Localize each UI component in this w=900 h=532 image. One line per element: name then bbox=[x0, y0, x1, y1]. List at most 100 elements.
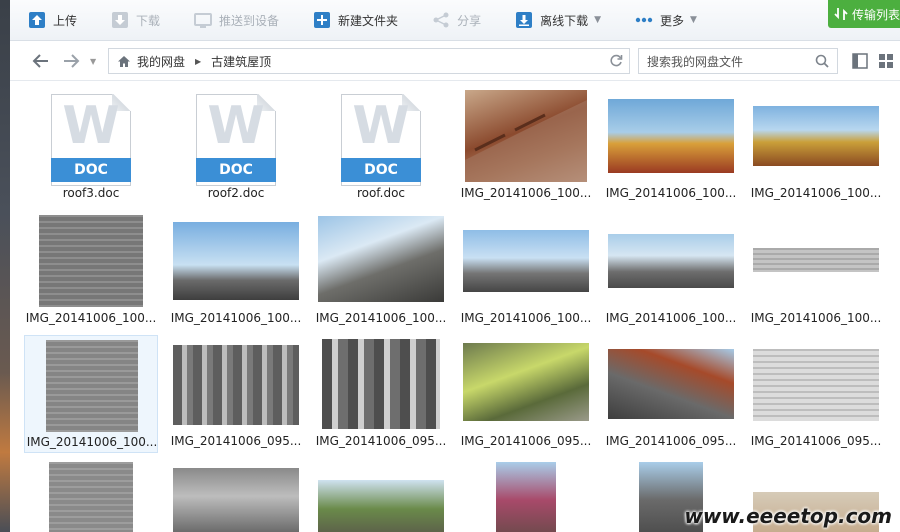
file-item[interactable]: IMG_20141006_100... bbox=[314, 208, 448, 330]
push-device-icon bbox=[194, 11, 213, 29]
offline-download-icon bbox=[515, 11, 533, 29]
file-item[interactable]: IMG_20141006_100... bbox=[24, 208, 158, 330]
file-item[interactable] bbox=[459, 458, 593, 532]
new-folder-button[interactable]: 新建文件夹 bbox=[313, 0, 398, 41]
forward-icon[interactable] bbox=[62, 51, 80, 71]
file-item-selected[interactable]: IMG_20141006_100... bbox=[24, 335, 158, 453]
image-thumbnail bbox=[463, 343, 589, 421]
doc-type-tag: DOC bbox=[341, 158, 421, 182]
site-watermark: www.eeeetop.com bbox=[684, 504, 892, 528]
image-thumbnail bbox=[173, 468, 299, 532]
image-thumbnail bbox=[318, 480, 444, 532]
file-item[interactable] bbox=[24, 458, 158, 532]
desktop-background-strip bbox=[0, 0, 10, 532]
image-thumbnail bbox=[318, 216, 444, 302]
more-label: 更多 bbox=[660, 13, 685, 28]
file-item[interactable]: IMG_20141006_100... bbox=[604, 82, 738, 204]
share-button[interactable]: 分享 bbox=[432, 0, 481, 41]
new-folder-label: 新建文件夹 bbox=[338, 13, 399, 28]
file-grid: W DOC roof3.doc W DOC roof2.doc W DOC ro… bbox=[10, 82, 900, 532]
more-button[interactable]: 更多 ▼ bbox=[635, 0, 697, 41]
file-name: IMG_20141006_095... bbox=[605, 434, 737, 448]
file-item[interactable]: IMG_20141006_095... bbox=[604, 335, 738, 453]
file-item[interactable] bbox=[169, 458, 303, 532]
push-device-label: 推送到设备 bbox=[219, 13, 280, 28]
image-thumbnail bbox=[608, 349, 734, 419]
history-dropdown-icon[interactable]: ▼ bbox=[90, 57, 96, 66]
doc-type-tag: DOC bbox=[196, 158, 276, 182]
new-folder-icon bbox=[313, 11, 331, 29]
upload-label: 上传 bbox=[53, 13, 78, 28]
image-thumbnail bbox=[465, 90, 587, 182]
transfer-icon bbox=[834, 8, 848, 20]
file-item[interactable]: IMG_20141006_100... bbox=[604, 208, 738, 330]
file-item[interactable]: IMG_20141006_100... bbox=[459, 208, 593, 330]
file-item[interactable]: IMG_20141006_100... bbox=[459, 82, 593, 204]
file-item[interactable]: IMG_20141006_095... bbox=[169, 335, 303, 453]
upload-button[interactable]: 上传 bbox=[28, 0, 77, 41]
list-view-icon[interactable] bbox=[852, 53, 868, 69]
search-input[interactable]: 搜索我的网盘文件 bbox=[638, 48, 838, 74]
share-icon bbox=[432, 11, 450, 29]
refresh-icon[interactable] bbox=[609, 54, 623, 68]
download-button[interactable]: 下载 bbox=[111, 0, 160, 41]
file-name: IMG_20141006_100... bbox=[315, 311, 447, 325]
file-item[interactable]: W DOC roof2.doc bbox=[169, 82, 303, 204]
file-item[interactable]: IMG_20141006_095... bbox=[314, 335, 448, 453]
file-name: roof.doc bbox=[356, 186, 406, 200]
offline-download-button[interactable]: 离线下载 ▼ bbox=[515, 0, 601, 41]
breadcrumb-current[interactable]: 古建筑屋顶 bbox=[211, 53, 271, 70]
image-thumbnail bbox=[753, 349, 879, 421]
file-item[interactable]: IMG_20141006_095... bbox=[459, 335, 593, 453]
file-item[interactable]: IMG_20141006_100... bbox=[749, 82, 883, 204]
file-item[interactable]: IMG_20141006_095... bbox=[749, 335, 883, 453]
file-item[interactable]: IMG_20141006_100... bbox=[749, 208, 883, 330]
image-thumbnail bbox=[463, 230, 589, 292]
breadcrumb-separator-icon[interactable]: ▶ bbox=[195, 57, 201, 66]
file-name: roof2.doc bbox=[207, 186, 265, 200]
file-name: IMG_20141006_100... bbox=[750, 311, 882, 325]
image-thumbnail bbox=[173, 222, 299, 300]
image-thumbnail bbox=[322, 339, 440, 429]
file-name: IMG_20141006_100... bbox=[170, 311, 302, 325]
more-icon bbox=[635, 11, 653, 29]
home-icon[interactable] bbox=[117, 55, 131, 68]
file-item[interactable]: W DOC roof.doc bbox=[314, 82, 448, 204]
image-thumbnail bbox=[46, 340, 138, 432]
chevron-down-icon: ▼ bbox=[594, 15, 602, 25]
file-item[interactable] bbox=[314, 458, 448, 532]
search-placeholder: 搜索我的网盘文件 bbox=[647, 54, 744, 69]
breadcrumb-root[interactable]: 我的网盘 bbox=[137, 53, 185, 70]
offline-download-label: 离线下载 bbox=[540, 13, 589, 28]
transfer-list-button[interactable]: 传输列表 bbox=[828, 0, 900, 28]
breadcrumb: 我的网盘 ▶ 古建筑屋顶 bbox=[108, 48, 630, 74]
chevron-down-icon: ▼ bbox=[690, 15, 697, 25]
file-name: IMG_20141006_100... bbox=[26, 435, 158, 449]
image-thumbnail bbox=[608, 99, 734, 173]
file-name: IMG_20141006_095... bbox=[315, 434, 447, 448]
file-item[interactable]: W DOC roof3.doc bbox=[24, 82, 158, 204]
file-item[interactable]: IMG_20141006_100... bbox=[169, 208, 303, 330]
doc-file-icon: W DOC bbox=[196, 94, 276, 186]
doc-file-icon: W DOC bbox=[51, 94, 131, 186]
file-name: IMG_20141006_100... bbox=[750, 186, 882, 200]
address-bar: ▼ 我的网盘 ▶ 古建筑屋顶 搜索我的网盘文件 bbox=[10, 41, 900, 81]
file-name: IMG_20141006_100... bbox=[25, 311, 157, 325]
download-icon bbox=[111, 11, 129, 29]
toolbar: 上传 下载 推送到设备 新建文件夹 分享 离线下载 ▼ 更多 ▼ 传输列表 bbox=[10, 0, 900, 41]
image-thumbnail bbox=[496, 462, 556, 532]
grid-view-icon[interactable] bbox=[878, 53, 894, 69]
file-name: IMG_20141006_100... bbox=[605, 311, 737, 325]
push-device-button[interactable]: 推送到设备 bbox=[194, 0, 279, 41]
search-icon[interactable] bbox=[815, 54, 829, 68]
doc-file-icon: W DOC bbox=[341, 94, 421, 186]
upload-icon bbox=[28, 11, 46, 29]
image-thumbnail bbox=[608, 234, 734, 288]
file-name: roof3.doc bbox=[62, 186, 120, 200]
file-name: IMG_20141006_095... bbox=[460, 434, 592, 448]
file-name: IMG_20141006_100... bbox=[460, 186, 592, 200]
image-thumbnail bbox=[39, 215, 143, 307]
transfer-list-label: 传输列表 bbox=[852, 7, 900, 22]
back-icon[interactable] bbox=[32, 51, 50, 71]
image-thumbnail bbox=[753, 248, 879, 272]
